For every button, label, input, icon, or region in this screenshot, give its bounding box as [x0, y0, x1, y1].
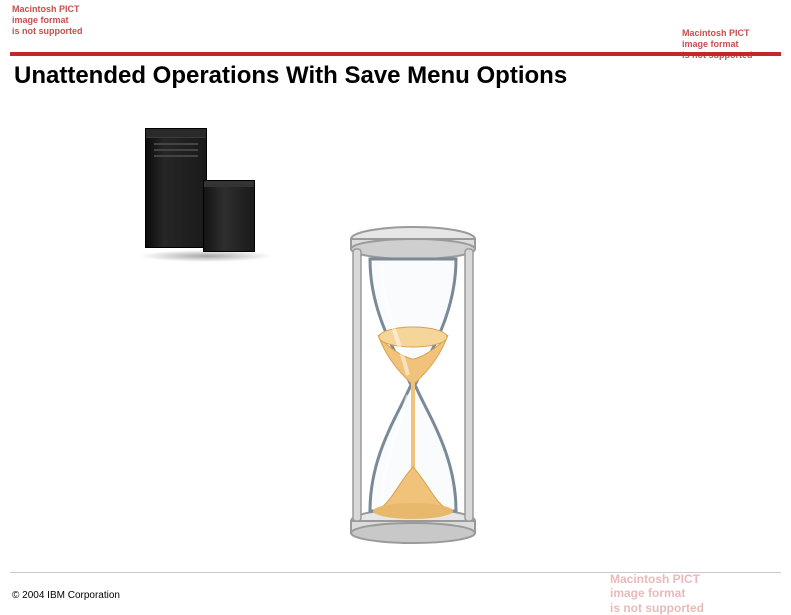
hourglass-icon [338, 225, 488, 545]
pict-line2: image format [610, 586, 685, 600]
copyright-text: © 2004 IBM Corporation [12, 590, 120, 601]
footer-divider [10, 572, 781, 573]
pict-line2: image format [12, 15, 69, 25]
server-short-unit [203, 180, 255, 252]
hourglass-svg [338, 225, 488, 545]
pict-notice-top-left: Macintosh PICT image format is not suppo… [12, 4, 83, 36]
server-vent [154, 149, 198, 151]
pict-line3: is not supported [610, 601, 704, 615]
pict-line1: Macintosh PICT [12, 4, 80, 14]
server-vent [154, 155, 198, 157]
header-divider [10, 52, 781, 56]
server-vent [154, 143, 198, 145]
server-tall-unit [145, 128, 207, 248]
server-shadow [139, 250, 273, 262]
server-tower-icon [145, 128, 265, 258]
pict-line1: Macintosh PICT [682, 28, 750, 38]
pict-line1: Macintosh PICT [610, 572, 700, 586]
pict-line3: is not supported [12, 26, 83, 36]
pict-line2: image format [682, 39, 739, 49]
slide-title: Unattended Operations With Save Menu Opt… [14, 62, 567, 90]
